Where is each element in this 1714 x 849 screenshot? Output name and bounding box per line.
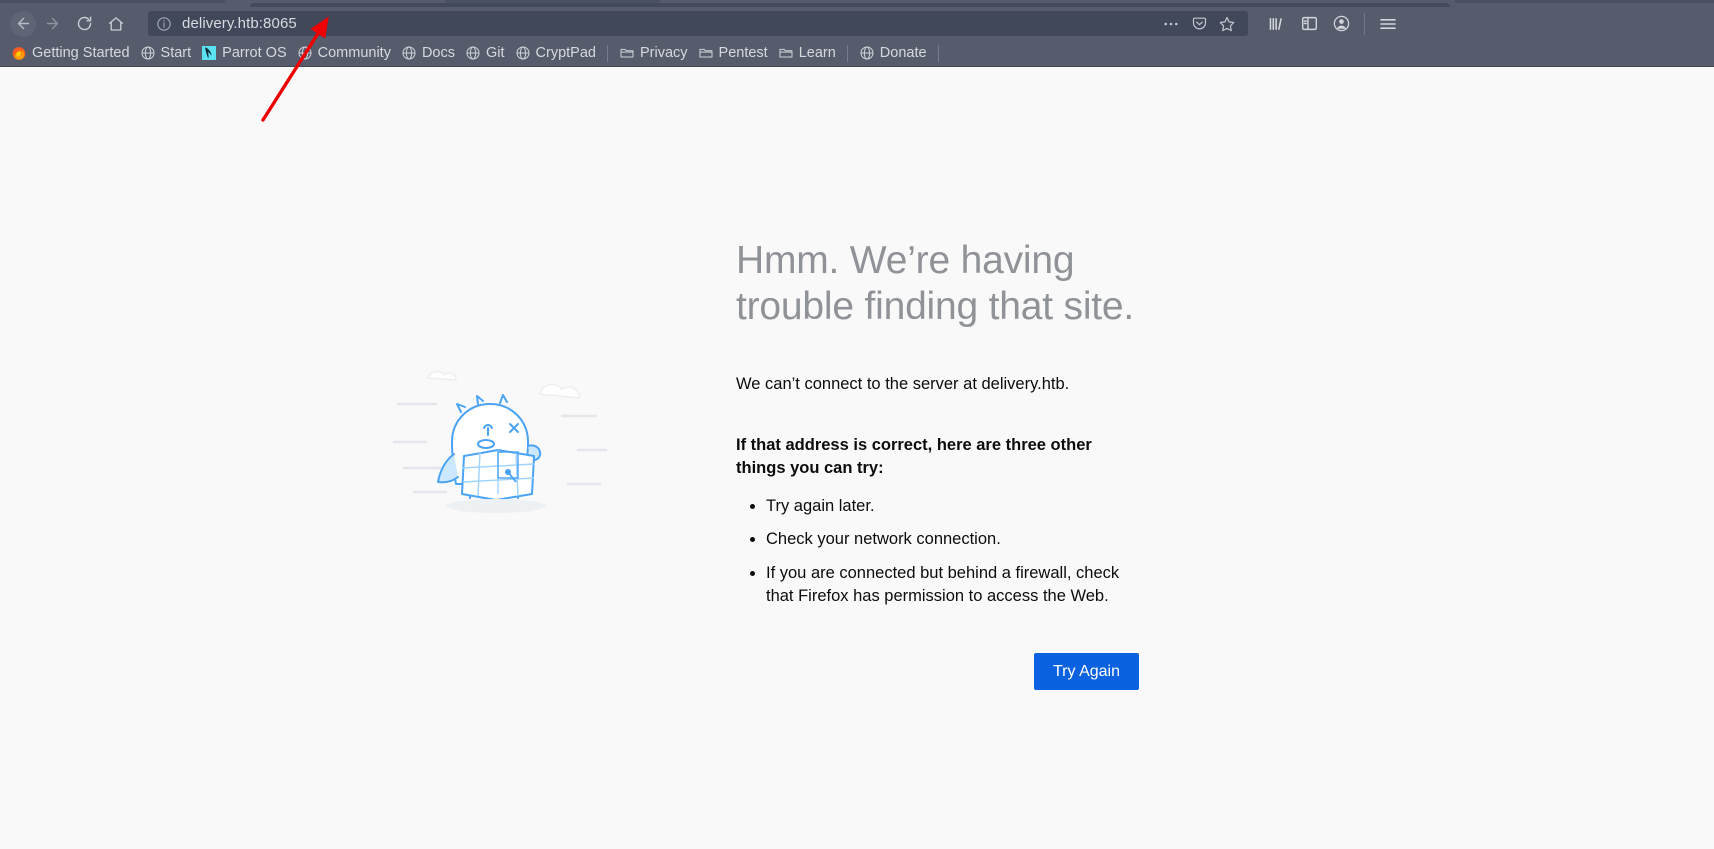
error-suggestions-heading: If that address is correct, here are thr… — [736, 436, 1092, 477]
bookmark-label: Parrot OS — [222, 44, 287, 61]
error-suggestions-list: Try again later. Check your network conn… — [736, 495, 1322, 609]
globe-icon — [297, 45, 313, 61]
page-title: Hmm. We’re having trouble finding that s… — [736, 239, 1135, 328]
star-icon[interactable] — [1214, 12, 1240, 36]
hamburger-menu-icon[interactable] — [1373, 10, 1403, 38]
list-item: Try again later. — [766, 495, 1128, 518]
bookmark-start[interactable]: Start — [135, 42, 197, 64]
bookmarks-divider — [606, 44, 608, 62]
try-again-button[interactable]: Try Again — [1034, 652, 1139, 690]
bookmark-label: Learn — [798, 44, 836, 61]
back-button[interactable] — [10, 10, 36, 37]
url-bar[interactable]: delivery.htb:8065 — [148, 11, 1248, 36]
bookmark-label: Community — [317, 44, 391, 61]
bookmark-label: Privacy — [639, 44, 688, 61]
list-item: If you are connected but behind a firewa… — [766, 562, 1128, 609]
browser-chrome: delivery.htb:8065 Getting Started Start … — [0, 0, 1714, 67]
error-text-block: Hmm. We’re having trouble finding that s… — [722, 238, 1322, 690]
pocket-icon[interactable] — [1186, 12, 1212, 36]
list-item: Check your network connection. — [766, 528, 1128, 551]
firefox-logo-icon — [11, 45, 27, 61]
bookmark-cryptpad[interactable]: CryptPad — [510, 42, 601, 64]
bookmark-label: Start — [160, 44, 192, 61]
bookmark-label: Donate — [879, 44, 927, 61]
arrow-left-icon — [17, 17, 29, 30]
bookmark-label: Git — [486, 44, 505, 61]
bookmark-git[interactable]: Git — [460, 42, 510, 64]
globe-icon — [515, 45, 531, 61]
parrot-logo-icon — [201, 45, 217, 61]
bookmarks-divider — [937, 44, 939, 62]
reload-icon — [77, 16, 91, 31]
bookmark-folder-learn[interactable]: Learn — [773, 42, 841, 64]
folder-icon — [778, 45, 794, 61]
url-text[interactable]: delivery.htb:8065 — [182, 15, 297, 32]
forward-button[interactable] — [36, 10, 68, 38]
home-button[interactable] — [100, 10, 132, 38]
bookmark-label: CryptPad — [535, 44, 596, 61]
globe-icon — [401, 45, 417, 61]
account-circle-icon[interactable] — [1326, 10, 1356, 38]
sidebar-icon[interactable] — [1294, 10, 1324, 38]
toolbar-divider — [1364, 12, 1365, 35]
tab-inactive[interactable] — [1455, 0, 1714, 3]
tab-inactive[interactable] — [0, 0, 225, 3]
bookmark-community[interactable]: Community — [292, 42, 396, 64]
error-short-description: We can’t connect to the server at delive… — [736, 375, 1070, 394]
reload-button[interactable] — [68, 10, 100, 38]
bookmarks-toolbar: Getting Started Start Parrot OS Communit… — [0, 40, 1714, 67]
neterror-container: Hmm. We’re having trouble finding that s… — [0, 238, 1714, 690]
library-icon[interactable] — [1262, 10, 1292, 38]
arrow-right-icon — [46, 17, 58, 30]
toolbar-right-actions — [1262, 10, 1403, 38]
info-circle-icon[interactable] — [156, 16, 172, 32]
urlbar-actions — [1158, 12, 1240, 36]
bookmark-label: Docs — [421, 44, 455, 61]
bookmark-donate[interactable]: Donate — [854, 42, 932, 64]
navigation-toolbar: delivery.htb:8065 — [0, 7, 1714, 40]
tab-active[interactable] — [250, 3, 1450, 7]
error-actions: Try Again — [736, 652, 1139, 690]
bookmark-label: Pentest — [718, 44, 768, 61]
folder-icon — [619, 45, 635, 61]
globe-icon — [859, 45, 875, 61]
bookmark-docs[interactable]: Docs — [396, 42, 460, 64]
bookmark-folder-pentest[interactable]: Pentest — [693, 42, 773, 64]
folder-icon — [698, 45, 714, 61]
bookmarks-divider — [846, 44, 848, 62]
bookmark-label: Getting Started — [32, 44, 130, 61]
bookmark-parrot-os[interactable]: Parrot OS — [196, 42, 291, 64]
bookmark-folder-privacy[interactable]: Privacy — [614, 42, 693, 64]
tab-strip[interactable] — [0, 0, 1714, 7]
ellipsis-icon[interactable] — [1158, 12, 1184, 36]
page-content-area: Hmm. We’re having trouble finding that s… — [0, 68, 1714, 849]
bookmark-getting-started[interactable]: Getting Started — [6, 42, 135, 64]
lost-creature-with-map-illustration — [392, 238, 722, 526]
home-icon — [108, 16, 124, 31]
globe-icon — [140, 45, 156, 61]
globe-icon — [465, 45, 481, 61]
